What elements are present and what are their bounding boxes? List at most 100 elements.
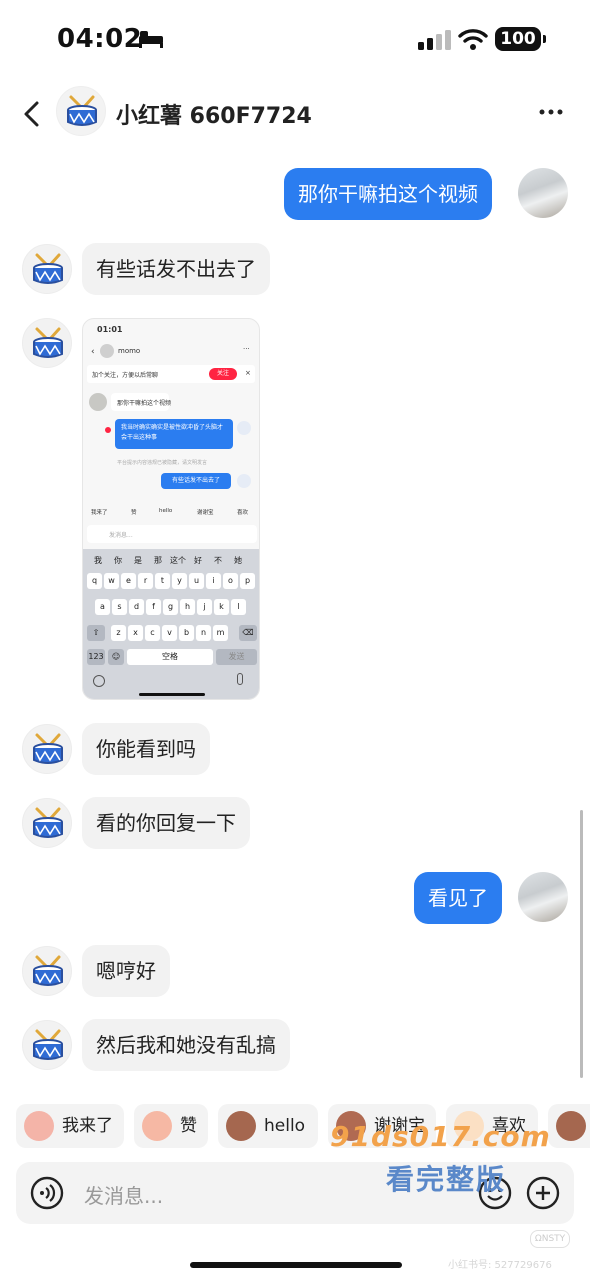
- shot-contact: momo: [118, 347, 141, 355]
- shot-key: y: [172, 573, 187, 589]
- shot-key: i: [206, 573, 221, 589]
- quick-reply-chip[interactable]: hello: [218, 1104, 318, 1148]
- battery-indicator: 100: [495, 27, 546, 51]
- drum-avatar-icon: [33, 1029, 63, 1060]
- wifi-icon: [458, 29, 488, 50]
- shot-keyboard: 我 你 是 那这个好 不 她 qwertyuiop asdfghjkl zxcvbnm ⇧…: [83, 549, 259, 699]
- shot-msg-1: 那你干嘛拍这个视频: [117, 400, 172, 407]
- shot-send-key: 发送: [216, 649, 257, 665]
- shot-chip: 喜欢: [237, 510, 249, 516]
- shot-key: v: [162, 625, 177, 641]
- chip-label: 我来了: [62, 1116, 113, 1136]
- message-bubble-incoming[interactable]: 看的你回复一下: [82, 797, 250, 849]
- shot-key: q: [87, 573, 102, 589]
- back-chevron-icon[interactable]: [18, 98, 48, 130]
- sticker-icon: [226, 1111, 256, 1141]
- shot-time: 01:01: [97, 325, 123, 334]
- drum-avatar-icon: [33, 327, 63, 358]
- cellular-signal-icon: [418, 30, 451, 50]
- drum-avatar-icon: [33, 253, 63, 284]
- message-bubble-outgoing[interactable]: 那你干嘛拍这个视频: [284, 168, 492, 220]
- drum-avatar-icon: [33, 955, 63, 986]
- shot-key: p: [240, 573, 255, 589]
- shot-num-key: 123: [87, 649, 105, 665]
- shot-drum-avatar: [237, 421, 251, 435]
- shot-key: u: [189, 573, 204, 589]
- shot-key: n: [196, 625, 211, 641]
- sticker-icon: [24, 1111, 54, 1141]
- shot-msg-3: 有些话发不出去了: [161, 473, 231, 489]
- screenshot-image-message[interactable]: 01:01 ‹ momo ··· 加个关注，方便以后常聊 关注 × 那你干嘛拍这…: [82, 318, 260, 700]
- shot-notice: 平台提示内容违规已被隐藏，请文明发言: [117, 460, 208, 466]
- message-bubble-incoming[interactable]: 然后我和她没有乱搞: [82, 1019, 290, 1071]
- message-bubble-incoming[interactable]: 你能看到吗: [82, 723, 210, 775]
- shot-suggestion: 你: [114, 556, 122, 565]
- shot-input: 发消息...: [87, 525, 257, 543]
- shot-key: t: [155, 573, 170, 589]
- home-indicator[interactable]: [190, 1262, 402, 1268]
- watermark-text: 看完整版: [386, 1163, 507, 1196]
- shot-key: g: [163, 599, 178, 615]
- shot-chip: 我来了: [91, 510, 108, 516]
- status-time: 04:02: [57, 24, 143, 54]
- shot-chips: 我来了 赞 hello 谢谢宝 喜欢: [87, 505, 259, 519]
- shot-key: s: [112, 599, 127, 615]
- status-bar: 04:02 100: [0, 0, 590, 80]
- shot-chip: 赞: [131, 510, 137, 516]
- shot-follow-button: 关注: [209, 368, 237, 380]
- shot-suggestion: 那: [154, 556, 162, 565]
- shot-suggestion: 我: [94, 556, 102, 565]
- my-avatar[interactable]: [518, 872, 568, 922]
- contact-avatar-small[interactable]: [22, 724, 72, 774]
- drum-avatar-icon: [33, 733, 63, 764]
- shot-chip: hello: [159, 508, 173, 514]
- contact-avatar-small[interactable]: [22, 1020, 72, 1070]
- message-bubble-incoming[interactable]: 有些话发不出去了: [82, 243, 270, 295]
- scrollbar[interactable]: [580, 810, 583, 1078]
- contact-name[interactable]: 小红薯 660F7724: [116, 98, 312, 130]
- chat-header: 小红薯 660F7724: [0, 84, 590, 144]
- shot-shift-key: ⇧: [87, 625, 105, 641]
- quick-reply-chip[interactable]: 赞: [134, 1104, 208, 1148]
- footer-id: 小红书号: 527729676: [448, 1260, 552, 1271]
- shot-delete-key: ⌫: [239, 625, 257, 641]
- shot-key: r: [138, 573, 153, 589]
- shot-emoji-key: ☺: [108, 649, 124, 665]
- footer-tag: ΩNSTY: [530, 1230, 570, 1248]
- shot-key: d: [129, 599, 144, 615]
- chip-label: hello: [264, 1116, 306, 1136]
- shot-key: w: [104, 573, 119, 589]
- shot-follow-text: 加个关注，方便以后常聊: [92, 372, 159, 379]
- message-input-placeholder[interactable]: 发消息...: [84, 1180, 163, 1209]
- shot-msg-2: 我当时确实确实是被性欲冲昏了头脑才会干出这种事: [115, 419, 233, 449]
- shot-suggestion: 这个: [170, 556, 186, 565]
- contact-avatar-small[interactable]: [22, 318, 72, 368]
- contact-avatar-small[interactable]: [22, 798, 72, 848]
- drum-avatar-icon: [67, 95, 97, 126]
- shot-key: o: [223, 573, 238, 589]
- contact-avatar[interactable]: [56, 86, 106, 136]
- my-avatar[interactable]: [518, 168, 568, 218]
- message-bubble-outgoing[interactable]: 看见了: [414, 872, 502, 924]
- shot-mic-icon: [237, 673, 243, 685]
- shot-key: e: [121, 573, 136, 589]
- add-icon[interactable]: [526, 1176, 560, 1210]
- contact-avatar-small[interactable]: [22, 244, 72, 294]
- watermark-site: 91ds017.com: [330, 1120, 551, 1153]
- drum-avatar-icon: [33, 807, 63, 838]
- shot-input-placeholder: 发消息...: [109, 532, 133, 539]
- shot-key: b: [179, 625, 194, 641]
- shot-chip: 谢谢宝: [197, 510, 214, 516]
- more-dots-icon[interactable]: [538, 104, 564, 120]
- contact-avatar-small[interactable]: [22, 946, 72, 996]
- message-bubble-incoming[interactable]: 嗯哼好: [82, 945, 170, 997]
- shot-suggestion: 好: [194, 556, 202, 565]
- shot-key: h: [180, 599, 195, 615]
- shot-key: j: [197, 599, 212, 615]
- chat-screen: 04:02 100 小红薯 660F7724 那你干嘛拍这个视频 有些话发不出去…: [0, 0, 590, 1280]
- quick-reply-chip[interactable]: 我来了: [16, 1104, 124, 1148]
- quick-reply-chip[interactable]: [548, 1104, 590, 1148]
- sticker-icon: [142, 1111, 172, 1141]
- voice-icon[interactable]: [30, 1176, 64, 1210]
- sticker-icon: [556, 1111, 586, 1141]
